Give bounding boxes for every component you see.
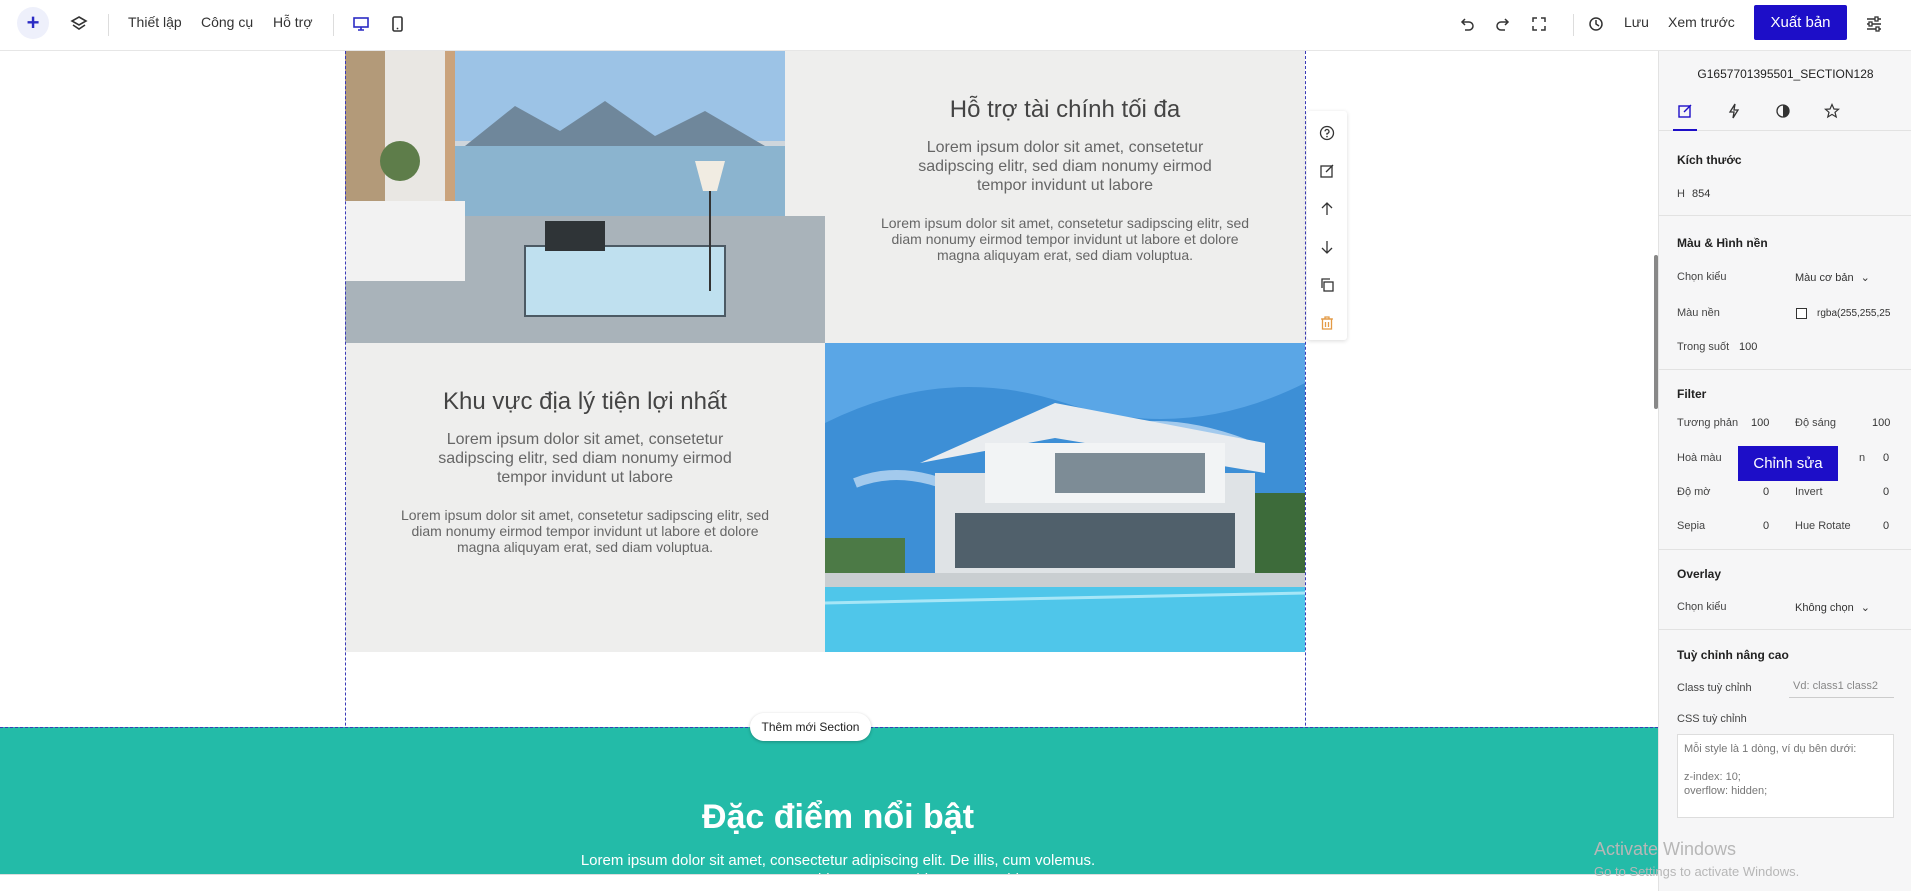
overlay-style-value: Không chọn: [1795, 602, 1854, 614]
move-down-icon[interactable]: [1315, 235, 1339, 259]
add-element-button[interactable]: +: [17, 7, 49, 39]
feature-subtitle-line: Lorem ipsum dolor sit amet, consectetur …: [580, 852, 1096, 869]
hue-rotate-label: Hue Rotate: [1795, 520, 1851, 532]
tab-design-icon[interactable]: [1673, 99, 1697, 131]
panel-tabs: [1659, 91, 1911, 131]
settings-sliders-icon[interactable]: [1862, 12, 1886, 36]
card-body: Lorem ipsum dolor sit amet, consetetur s…: [880, 215, 1250, 263]
card-lead: Lorem ipsum dolor sit amet, consetetur s…: [438, 431, 732, 486]
tab-favorites-icon[interactable]: [1820, 99, 1844, 123]
bg-style-value: Màu cơ bản: [1795, 272, 1854, 284]
invert-label: Invert: [1795, 486, 1823, 498]
filter-heading: Filter: [1677, 387, 1707, 401]
bg-color-swatch[interactable]: [1796, 308, 1807, 319]
element-toolbar: [1307, 111, 1347, 340]
redo-icon[interactable]: [1491, 12, 1515, 36]
chevron-down-icon: ⌄: [1860, 272, 1870, 284]
saturate-input[interactable]: 0: [1883, 452, 1889, 464]
toolbar-divider: [1573, 14, 1574, 36]
add-section-button[interactable]: Thêm mới Section: [750, 713, 871, 741]
divider: [1659, 629, 1911, 630]
brightness-input[interactable]: 100: [1872, 417, 1890, 429]
edit-icon[interactable]: [1315, 159, 1339, 183]
interior-image[interactable]: [345, 51, 825, 343]
windows-watermark-text: Go to Settings to activate Windows.: [1594, 864, 1800, 879]
sepia-input[interactable]: 0: [1763, 520, 1769, 532]
opacity-label: Trong suốt: [1677, 341, 1730, 353]
move-up-icon[interactable]: [1315, 197, 1339, 221]
overlay-style-select[interactable]: Không chọn ⌄: [1795, 601, 1870, 614]
duplicate-icon[interactable]: [1315, 273, 1339, 297]
custom-css-textarea[interactable]: Mỗi style là 1 dòng, ví dụ bên dưới: z-i…: [1677, 734, 1894, 818]
preview-button[interactable]: Xem trước: [1668, 14, 1735, 30]
contrast-input[interactable]: 100: [1751, 417, 1769, 429]
feature-card-location[interactable]: Khu vực địa lý tiện lợi nhất Lorem ipsum…: [345, 343, 825, 652]
bg-style-label: Chọn kiểu: [1677, 271, 1727, 283]
divider: [1659, 369, 1911, 370]
toolbar-divider: [333, 14, 334, 36]
background-heading: Màu & Hình nền: [1677, 236, 1768, 250]
overlay-heading: Overlay: [1677, 567, 1722, 581]
fullscreen-icon[interactable]: [1527, 12, 1551, 36]
publish-button[interactable]: Xuất bản: [1754, 5, 1847, 40]
bg-style-select[interactable]: Màu cơ bản ⌄: [1795, 271, 1870, 284]
menu-tools[interactable]: Công cụ: [201, 14, 253, 30]
top-toolbar: + Thiết lập Công cụ Hỗ trợ Lưu Xem trước…: [0, 0, 1911, 51]
chevron-down-icon: ⌄: [1860, 602, 1870, 614]
sepia-label: Sepia: [1677, 520, 1706, 532]
height-input[interactable]: 854: [1692, 188, 1710, 200]
card-title: Khu vực địa lý tiện lợi nhất: [443, 388, 727, 415]
help-icon[interactable]: [1315, 121, 1339, 145]
custom-class-input[interactable]: Vd: class1 class2: [1789, 676, 1894, 698]
feature-section[interactable]: Đặc điểm nổi bật Lorem ipsum dolor sit a…: [0, 727, 1658, 891]
blur-input[interactable]: 0: [1763, 486, 1769, 498]
desktop-view-icon[interactable]: [349, 12, 373, 36]
mobile-view-icon[interactable]: [385, 12, 409, 36]
tab-events-icon[interactable]: [1722, 99, 1746, 123]
custom-class-label: Class tuỳ chỉnh: [1677, 682, 1752, 694]
status-strip: [0, 874, 1658, 891]
divider: [1659, 215, 1911, 216]
feature-card-finance[interactable]: Hỗ trợ tài chính tối đa Lorem ipsum dolo…: [825, 51, 1305, 343]
menu-settings[interactable]: Thiết lập: [128, 14, 182, 30]
saturate-label: n: [1859, 452, 1866, 464]
edit-filter-button[interactable]: Chỉnh sửa: [1738, 446, 1838, 481]
villa-image[interactable]: [825, 343, 1305, 652]
hue-label: Hoà màu: [1677, 452, 1722, 464]
contrast-label: Tương phản: [1677, 417, 1739, 429]
card-lead: Lorem ipsum dolor sit amet, consetetur s…: [918, 139, 1212, 194]
feature-title: Đặc điểm nổi bật: [701, 798, 975, 836]
editor-canvas[interactable]: Hỗ trợ tài chính tối đa Lorem ipsum dolo…: [0, 51, 1658, 891]
toolbar-divider: [108, 14, 109, 36]
hue-rotate-input[interactable]: 0: [1883, 520, 1889, 532]
tab-effects-icon[interactable]: [1771, 99, 1795, 123]
overlay-style-label: Chọn kiểu: [1677, 601, 1727, 613]
brightness-label: Độ sáng: [1795, 417, 1836, 429]
history-icon[interactable]: [1584, 12, 1608, 36]
bg-color-input[interactable]: rgba(255,255,25: [1817, 308, 1890, 319]
save-button[interactable]: Lưu: [1624, 14, 1649, 30]
bg-color-label: Màu nền: [1677, 307, 1720, 319]
card-title: Hỗ trợ tài chính tối đa: [949, 96, 1181, 123]
delete-icon[interactable]: [1315, 311, 1339, 335]
menu-support[interactable]: Hỗ trợ: [273, 14, 313, 30]
invert-input[interactable]: 0: [1883, 486, 1889, 498]
opacity-input[interactable]: 100: [1739, 341, 1757, 353]
height-label: H: [1677, 188, 1685, 200]
layers-icon[interactable]: [67, 12, 91, 36]
undo-icon[interactable]: [1455, 12, 1479, 36]
windows-watermark-title: Activate Windows: [1594, 839, 1737, 859]
blur-label: Độ mờ: [1677, 486, 1711, 498]
section-id: G1657701395501_SECTION128: [1697, 67, 1874, 81]
advanced-heading: Tuỳ chỉnh nâng cao: [1677, 648, 1789, 662]
custom-css-label: CSS tuỳ chỉnh: [1677, 713, 1747, 725]
divider: [1659, 549, 1911, 550]
card-body: Lorem ipsum dolor sit amet, consetetur s…: [400, 507, 770, 555]
size-heading: Kích thước: [1677, 153, 1742, 167]
